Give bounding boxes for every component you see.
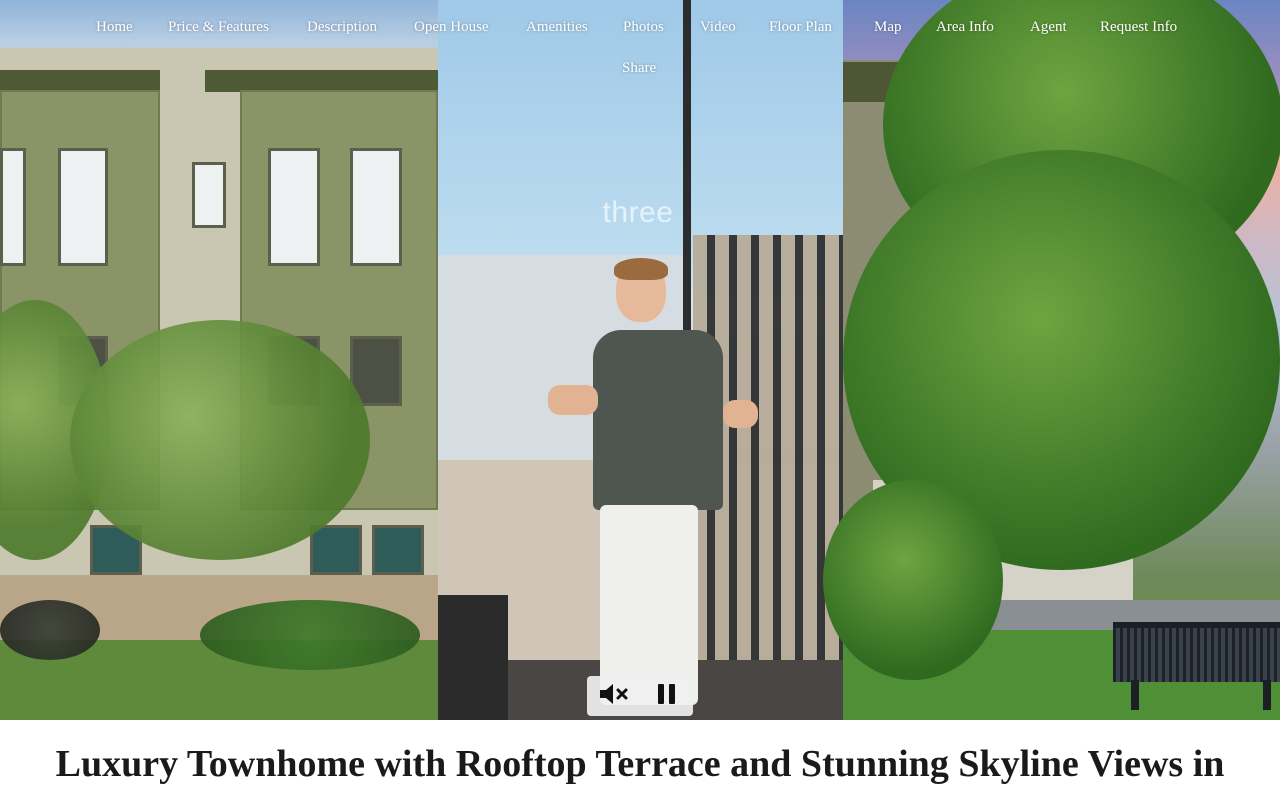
nav-agent[interactable]: Agent [1030,19,1067,36]
video-controls [587,676,693,716]
video-watermark: three [602,196,674,229]
nav-photos[interactable]: Photos [623,19,664,36]
nav-description[interactable]: Description [307,19,377,36]
video-player[interactable] [438,0,843,720]
nav-map[interactable]: Map [874,19,902,36]
top-navigation: Home Price & Features Description Open H… [0,0,1280,90]
nav-request-info[interactable]: Request Info [1100,19,1177,36]
nav-home[interactable]: Home [96,19,133,36]
nav-share[interactable]: Share [622,60,656,77]
nav-amenities[interactable]: Amenities [526,19,588,36]
pause-button[interactable] [648,680,686,712]
townhome-facade-photo [0,0,438,720]
nav-floor-plan[interactable]: Floor Plan [769,19,832,36]
nav-video[interactable]: Video [700,19,736,36]
mute-button[interactable] [595,680,633,712]
pause-icon [655,682,679,711]
speaker-muted-icon [598,682,630,711]
listing-title: Luxury Townhome with Rooftop Terrace and… [55,743,1225,785]
nav-open-house[interactable]: Open House [414,19,489,36]
hero-banner: three Home Price & Features Description … [0,0,1280,720]
neighborhood-park-photo [823,0,1280,720]
nav-area-info[interactable]: Area Info [936,19,994,36]
nav-price-features[interactable]: Price & Features [168,19,269,36]
